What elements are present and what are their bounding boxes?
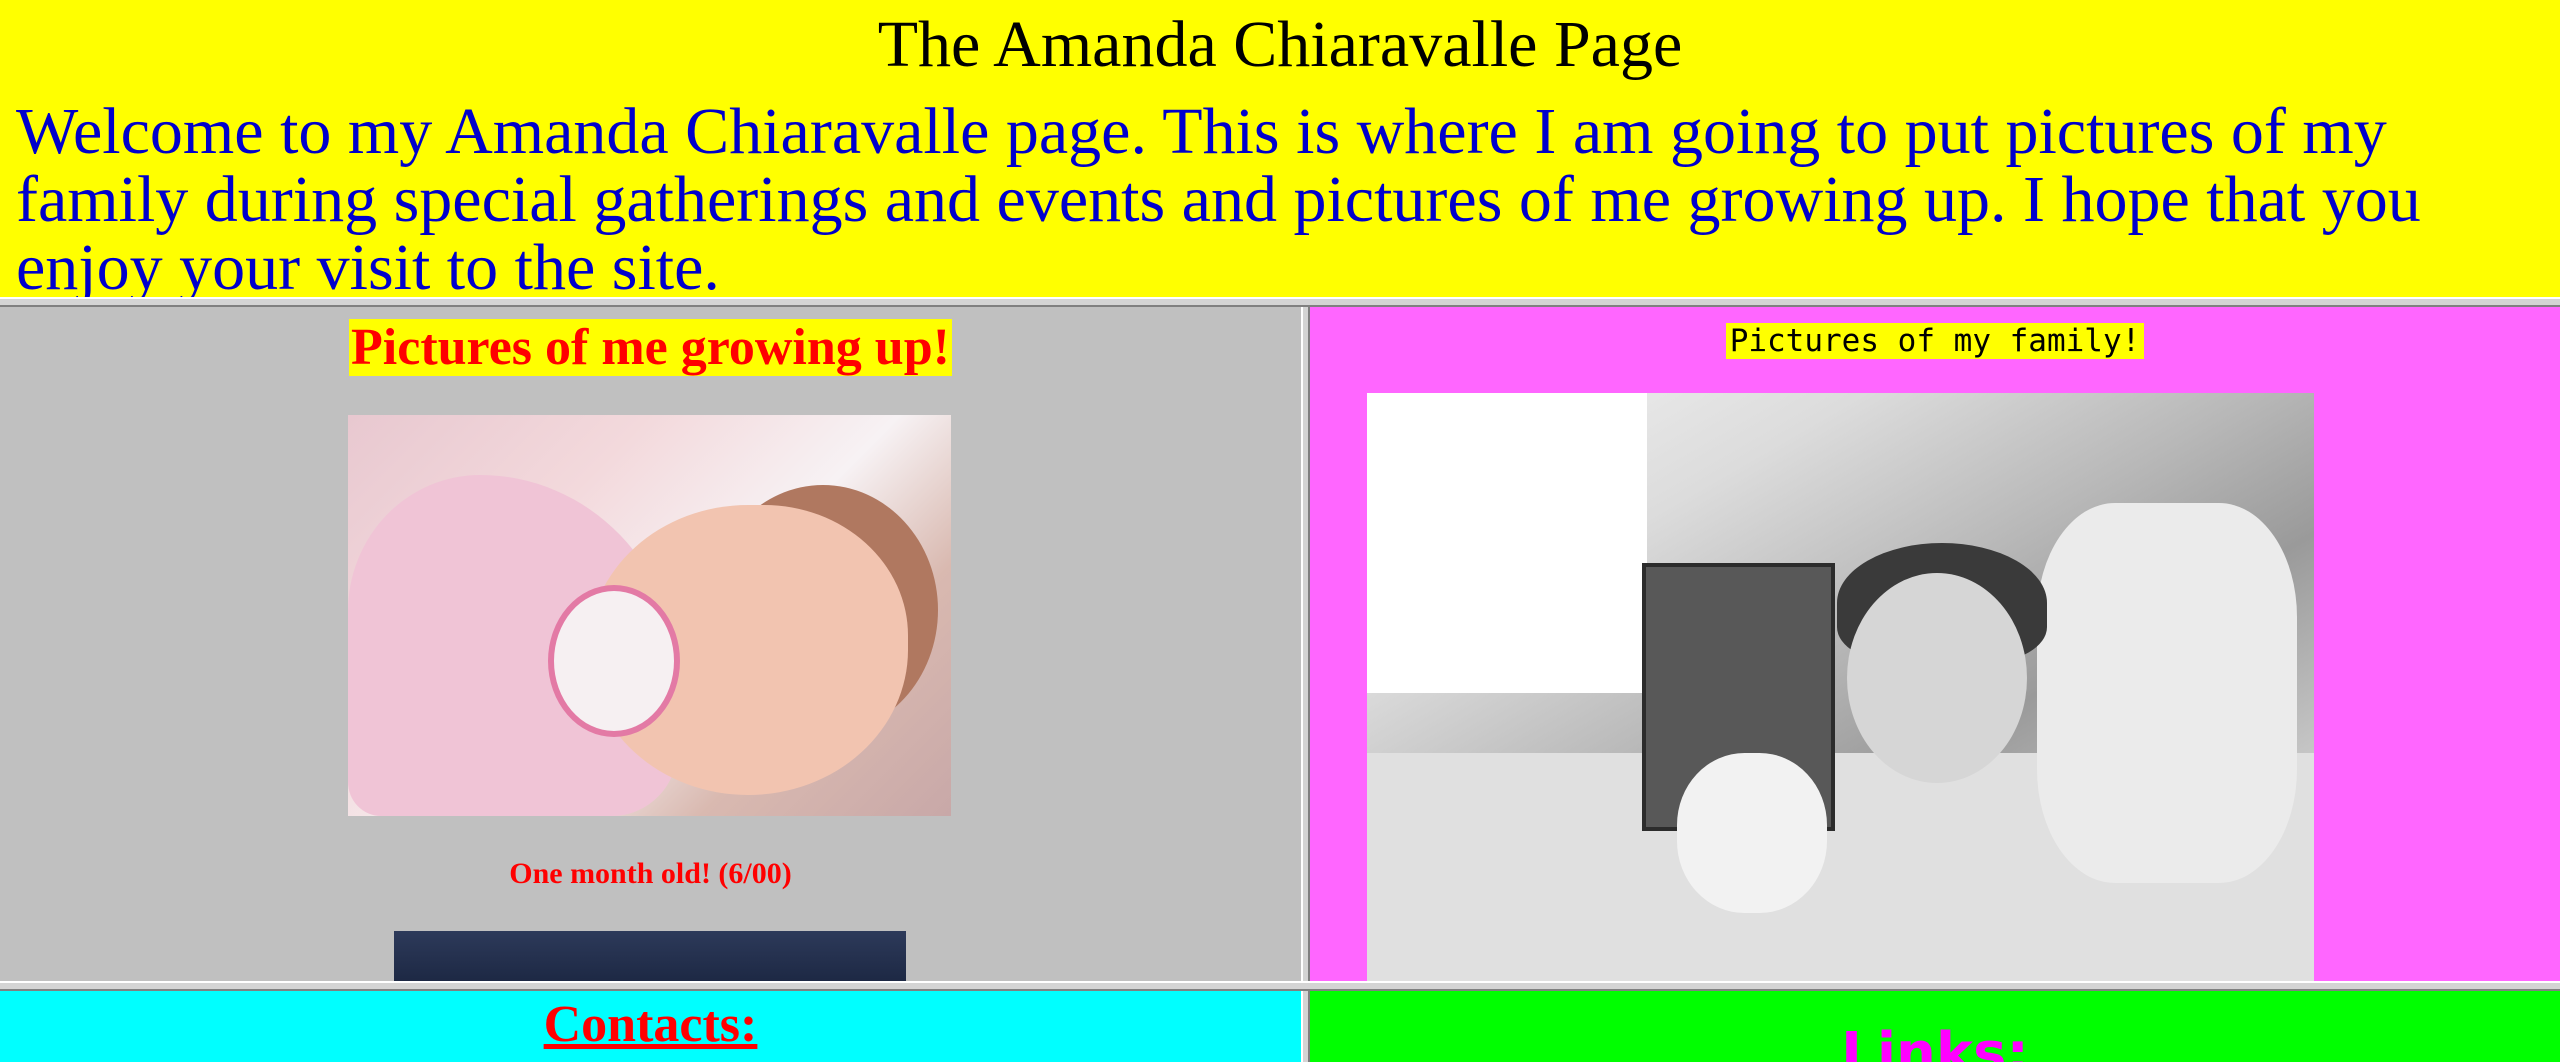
links-frame[interactable]: Links: xyxy=(1310,991,2560,1062)
page-title: The Amanda Chiaravalle Page xyxy=(877,8,1683,81)
photo-caption: One month old! (6/00) xyxy=(509,857,792,890)
frame-border-middle[interactable] xyxy=(1301,307,1310,981)
baby-photo xyxy=(348,415,951,816)
family-frame[interactable]: Pictures of my family! xyxy=(1310,307,2560,981)
top-frame[interactable]: The Amanda Chiaravalle Page Welcome to m… xyxy=(0,0,2560,297)
growing-up-heading-text: Pictures of me growing up! xyxy=(349,319,952,376)
family-heading-text: Pictures of my family! xyxy=(1725,323,2145,359)
contacts-frame[interactable]: Contacts: xyxy=(0,991,1301,1062)
frame-border-bottom-middle[interactable] xyxy=(1301,991,1310,1062)
frame-border-top[interactable] xyxy=(0,297,2560,307)
welcome-text: Welcome to my Amanda Chiaravalle page. T… xyxy=(16,95,2421,298)
growing-up-heading: Pictures of me growing up! xyxy=(0,318,1301,377)
frameset: The Amanda Chiaravalle Page Welcome to m… xyxy=(0,0,2560,1062)
family-photo xyxy=(1367,393,2314,981)
contacts-heading: Contacts: xyxy=(543,996,758,1053)
second-photo xyxy=(394,931,906,981)
growing-up-frame[interactable]: Pictures of me growing up! One month old… xyxy=(0,307,1301,981)
links-heading: Links: xyxy=(1841,1021,2029,1062)
frame-border-bottom[interactable] xyxy=(0,981,2560,991)
family-heading: Pictures of my family! xyxy=(1310,323,2560,359)
